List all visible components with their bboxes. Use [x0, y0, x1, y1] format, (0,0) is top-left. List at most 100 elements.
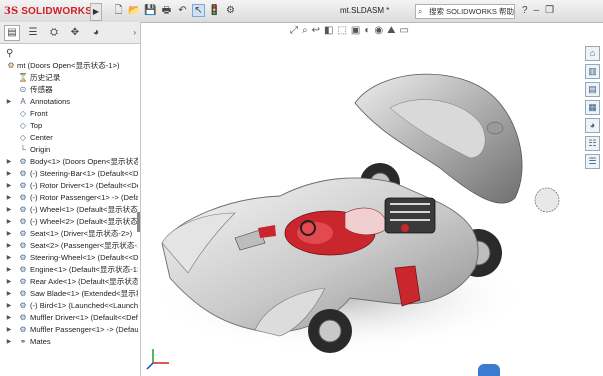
zoom-area-icon[interactable]: ⌕: [302, 25, 308, 36]
filter-icon[interactable]: ⚲: [6, 48, 13, 59]
expand-arrow-icon[interactable]: ▶: [6, 168, 12, 180]
expand-arrow-icon[interactable]: ▶: [6, 180, 12, 192]
tree-item-label: Body<1> (Doors Open<显示状态-: [30, 157, 138, 166]
tree-item-label: Origin: [30, 145, 51, 154]
view-orientation-icon[interactable]: ⬚: [337, 25, 346, 36]
tree-item[interactable]: ▶ ⚙ Seat<1> (Driver<显示状态-2>): [0, 228, 138, 240]
feature-tree-tab-icon[interactable]: ▤: [4, 24, 20, 41]
tree-item[interactable]: └ Origin: [0, 144, 138, 156]
help-icon[interactable]: ?: [522, 4, 528, 17]
tree-item[interactable]: ▶ ⚙ (-) Steering-Bar<1> (Default<<De: [0, 168, 138, 180]
tree-item[interactable]: ▶ ⚙ Saw Blade<1> (Extended<显示状: [0, 288, 138, 300]
tree-item[interactable]: ▶ ⚙ Steering-Wheel<1> (Default<<De: [0, 252, 138, 264]
assembly-icon: ⚙: [7, 61, 15, 70]
tree-item[interactable]: ▶ ⚙ Rear Axle<1> (Default<显示状态-1: [0, 276, 138, 288]
tree-item[interactable]: ◇ Center: [0, 132, 138, 144]
rebuild-icon[interactable]: 🚦: [208, 4, 221, 17]
new-icon[interactable]: 🗋: [112, 4, 125, 17]
expand-arrow-icon[interactable]: ▶: [6, 204, 12, 216]
feature-icon: ⊙: [19, 85, 27, 94]
component-icon: ⚙: [19, 301, 27, 310]
expand-arrow-icon[interactable]: ▶: [6, 300, 12, 312]
configuration-tab-icon[interactable]: ⛭: [46, 25, 62, 41]
window-controls: ? – ❐: [522, 4, 554, 17]
tree-item[interactable]: ◇ Front: [0, 108, 138, 120]
expand-arrow-icon[interactable]: ▶: [6, 216, 12, 228]
tree-item[interactable]: ▶ ⚙ Engine<1> (Default<显示状态-1>: [0, 264, 138, 276]
tree-item[interactable]: ▶ ⚭ Mates: [0, 336, 138, 348]
tree-item[interactable]: ▶ ⚙ Seat<2> (Passenger<显示状态-1>: [0, 240, 138, 252]
component-icon: ⚙: [19, 325, 27, 334]
view-palette-icon[interactable]: ▦: [585, 100, 600, 115]
tree-item[interactable]: ◇ Top: [0, 120, 138, 132]
expand-arrow-icon[interactable]: ▶: [6, 312, 12, 324]
feature-icon: ◇: [19, 109, 27, 118]
tree-item-label: 传感器: [30, 85, 53, 94]
zoom-fit-icon[interactable]: ⤢: [290, 25, 298, 36]
expand-arrow-icon[interactable]: ▶: [6, 324, 12, 336]
tree-root[interactable]: ⚙ mt (Doors Open<显示状态-1>): [0, 60, 138, 72]
expand-arrow-icon[interactable]: ▶: [6, 288, 12, 300]
tree-item[interactable]: ▶ ⚙ Muffler Passenger<1> -> (Defaul: [0, 324, 138, 336]
component-icon: ⚙: [19, 265, 27, 274]
display-style-icon[interactable]: ▣: [351, 25, 360, 36]
forum-icon[interactable]: ☰: [585, 154, 600, 169]
minimize-icon[interactable]: –: [534, 4, 540, 17]
expand-arrow-icon[interactable]: ▶: [6, 276, 12, 288]
car-3d-model[interactable]: [140, 38, 585, 376]
undo-icon[interactable]: ↶: [176, 4, 189, 17]
more-tabs-icon[interactable]: ›: [133, 25, 136, 41]
expand-arrow-icon[interactable]: ▶: [6, 96, 12, 108]
expand-arrow-icon[interactable]: ▶: [6, 240, 12, 252]
ds-logo-mark: 3S: [4, 5, 19, 17]
select-icon[interactable]: ↖: [192, 4, 205, 17]
open-icon[interactable]: 📂: [128, 4, 141, 17]
expand-arrow-icon[interactable]: ▶: [6, 156, 12, 168]
options-icon[interactable]: ⚙: [224, 4, 237, 17]
help-search[interactable]: ⌕ 搜索 SOLIDWORKS 帮助: [415, 4, 515, 19]
save-icon[interactable]: 💾: [144, 4, 157, 17]
restore-icon[interactable]: ❐: [545, 4, 554, 17]
tree-item-label: Top: [30, 121, 43, 130]
tree-item[interactable]: ▶ ⚙ (-) Wheel<1> (Default<显示状态-1: [0, 204, 138, 216]
expand-arrow-icon[interactable]: ▶: [6, 264, 12, 276]
expand-arrow-icon[interactable]: ▶: [6, 228, 12, 240]
component-icon: ⚙: [19, 289, 27, 298]
help-search-label: 搜索 SOLIDWORKS 帮助: [429, 7, 515, 16]
display-manager-tab-icon[interactable]: ◕: [88, 25, 104, 41]
canopy-vent: [486, 121, 504, 135]
tree-item[interactable]: ▶ A Annotations: [0, 96, 138, 108]
feature-icon: ⌛: [18, 73, 28, 82]
tree-item[interactable]: ⊙ 传感器: [0, 84, 138, 96]
section-view-icon[interactable]: ◧: [324, 25, 333, 36]
resources-icon[interactable]: ⌂: [585, 46, 600, 61]
tree-item[interactable]: ⌛ 历史记录: [0, 72, 138, 84]
scene-icon[interactable]: ⛰: [387, 25, 395, 36]
tree-item[interactable]: ▶ ⚙ (-) Bird<1> (Launched<<Launche: [0, 300, 138, 312]
hide-show-icon[interactable]: ◐: [364, 25, 370, 36]
design-library-icon[interactable]: ▥: [585, 64, 600, 79]
saw-blade: [534, 187, 560, 213]
tree-item[interactable]: ▶ ⚙ Body<1> (Doors Open<显示状态-: [0, 156, 138, 168]
edit-appearance-icon[interactable]: ◉: [374, 25, 383, 36]
file-explorer-icon[interactable]: ▤: [585, 82, 600, 97]
expand-arrow-icon[interactable]: ▶: [6, 336, 12, 348]
tree-item[interactable]: ▶ ⚙ Muffler Driver<1> (Default<<Def: [0, 312, 138, 324]
tree-item-label: Muffler Passenger<1> -> (Defaul: [30, 325, 138, 334]
print-icon[interactable]: 🖶: [160, 4, 173, 17]
expand-arrow-icon[interactable]: ▶: [6, 192, 12, 204]
appearances-icon[interactable]: ◕: [585, 118, 600, 133]
tree-item[interactable]: ▶ ⚙ (-) Rotor Passenger<1> -> (Defau: [0, 192, 138, 204]
previous-view-icon[interactable]: ↩: [312, 25, 320, 36]
feature-icon: ◇: [19, 121, 27, 130]
property-manager-tab-icon[interactable]: ☰: [25, 25, 41, 41]
view-settings-icon[interactable]: ▭: [400, 25, 409, 36]
menu-expand-button[interactable]: ▶: [90, 3, 102, 21]
custom-properties-icon[interactable]: ☷: [585, 136, 600, 151]
solidworks-logo[interactable]: 3S SOLIDWORKS: [4, 3, 92, 19]
dimxpert-tab-icon[interactable]: ✥: [67, 25, 83, 41]
quick-access-toolbar: 🗋 📂 💾 🖶 ↶ ↖ 🚦 ⚙: [112, 4, 237, 17]
tree-item[interactable]: ▶ ⚙ (-) Rotor Driver<1> (Default<<Def: [0, 180, 138, 192]
tree-item[interactable]: ▶ ⚙ (-) Wheel<2> (Default<显示状态-1: [0, 216, 138, 228]
expand-arrow-icon[interactable]: ▶: [6, 252, 12, 264]
